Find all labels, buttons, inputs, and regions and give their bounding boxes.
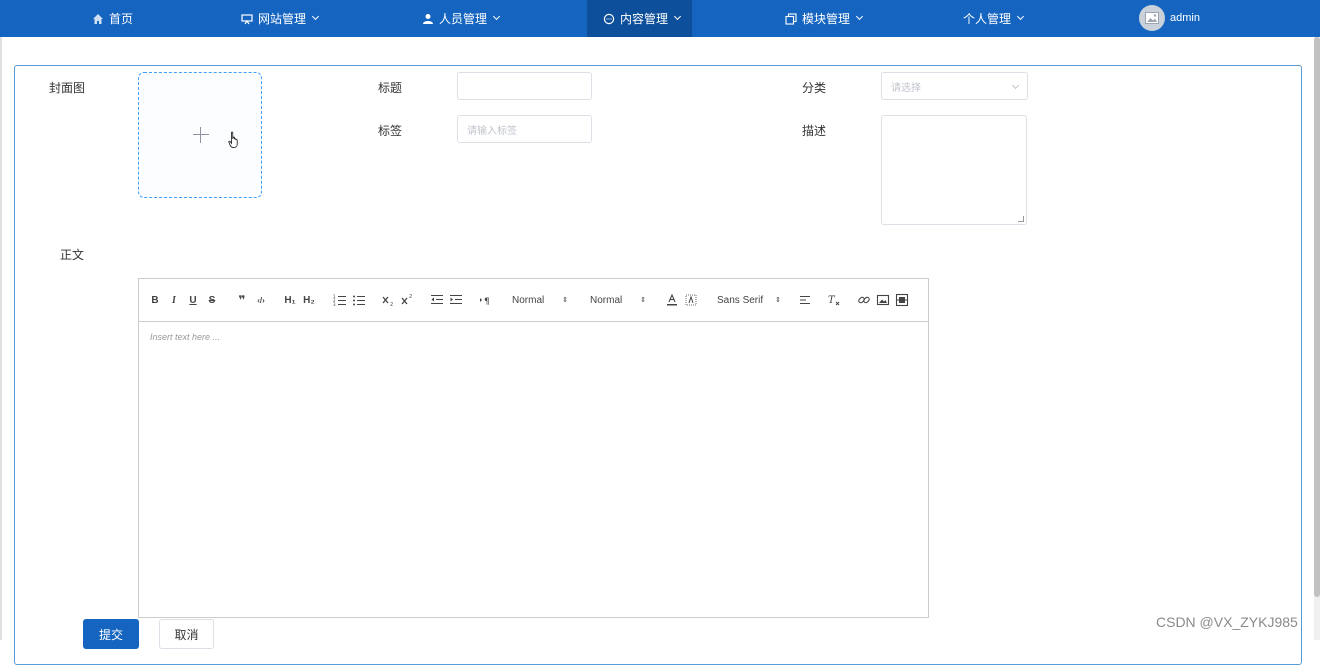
desc-label: 描述 [802,124,827,138]
nav-website-mgmt[interactable]: 网站管理 [241,0,320,37]
chevron-down-icon [855,12,864,21]
desc-textarea[interactable] [881,115,1027,225]
chat-icon [603,13,615,24]
watermark: CSDN @VX_ZYKJ985 [1156,614,1298,630]
code-block-button[interactable]: ‹/› [254,293,268,307]
chevron-down-icon [1011,81,1020,90]
updown-icon: ⇕ [562,296,569,304]
nav-people-mgmt-label: 人员管理 [439,12,488,26]
outdent-icon[interactable] [430,293,444,307]
chevron-down-icon [311,12,320,21]
bullet-list-icon[interactable] [352,293,366,307]
background-color-icon[interactable] [684,293,698,307]
body-label: 正文 [60,248,85,262]
font-select-value: Sans Serif [717,294,764,306]
chevron-down-icon [492,12,501,21]
cancel-button[interactable]: 取消 [159,619,214,649]
cover-label: 封面图 [49,81,86,95]
nav-people-mgmt[interactable]: 人员管理 [422,0,501,37]
ordered-list-icon[interactable]: 123 [333,293,347,307]
image-icon [1145,12,1159,24]
plus-icon [193,134,209,135]
editor-toolbar: B I U S ❞ ‹/› H₁ H₂ 123 2 2 ¶ Normal ⇕ No… [139,279,928,322]
scrollbar[interactable] [1314,37,1320,640]
nav-personal-mgmt[interactable]: 个人管理 [963,0,1025,37]
category-select[interactable]: 请选择 [881,72,1028,100]
image-icon[interactable] [876,293,890,307]
resize-handle[interactable] [1018,216,1024,222]
submit-button[interactable]: 提交 [83,619,139,649]
subscript-icon[interactable]: 2 [381,293,395,307]
category-label: 分类 [802,81,827,95]
nav-website-mgmt-label: 网站管理 [258,12,307,26]
align-icon[interactable] [798,293,812,307]
svg-text:¶: ¶ [484,297,490,307]
updown-icon: ⇕ [775,296,782,304]
tags-label: 标签 [378,124,403,138]
link-icon[interactable] [857,293,871,307]
header1-button[interactable]: H₁ [283,293,297,307]
clear-format-icon[interactable]: T [827,293,841,307]
svg-text:2: 2 [390,302,393,307]
title-label: 标题 [378,81,403,95]
svg-text:3: 3 [333,302,336,307]
blockquote-button[interactable]: ❞ [235,293,249,307]
svg-text:T: T [828,295,836,306]
hand-cursor-icon [228,131,238,148]
updown-icon: ⇕ [640,296,647,304]
text-direction-icon[interactable]: ¶ [479,293,493,307]
size-select-value: Normal [512,294,545,306]
size-select[interactable]: Normal ⇕ [512,293,568,307]
page-edge [0,37,2,640]
strike-button[interactable]: S [205,293,219,307]
header2-button[interactable]: H₂ [302,293,316,307]
nav-module-mgmt-label: 模块管理 [802,12,851,26]
nav-home-label: 首页 [109,12,134,26]
bold-button[interactable]: B [148,293,162,307]
scrollbar-thumb[interactable] [1314,37,1320,597]
underline-button[interactable]: U [186,293,200,307]
plus-icon-vertical [200,127,201,143]
nav-content-mgmt[interactable]: 内容管理 [587,0,692,37]
nav-content-mgmt-label: 内容管理 [620,12,669,26]
monitor-icon [241,13,253,24]
copy-icon [785,12,797,25]
chevron-down-icon [1016,12,1025,21]
username[interactable]: admin [1170,0,1200,37]
tags-input[interactable]: 请输入标签 [457,115,592,143]
chevron-down-icon [673,12,682,21]
editor-placeholder[interactable]: Insert text here ... [150,332,220,342]
superscript-icon[interactable]: 2 [400,293,414,307]
italic-button[interactable]: I [167,293,181,307]
rich-text-editor: B I U S ❞ ‹/› H₁ H₂ 123 2 2 ¶ Normal ⇕ No… [138,278,929,618]
font-select[interactable]: Sans Serif ⇕ [717,293,781,307]
nav-home[interactable]: 首页 [92,0,133,37]
svg-text:2: 2 [409,294,412,300]
header-select-value: Normal [590,294,623,306]
indent-icon[interactable] [449,293,463,307]
top-nav: 首页 网站管理 人员管理 内容管理 模块管理 个人管理 admin [0,0,1320,37]
nav-module-mgmt[interactable]: 模块管理 [785,0,864,37]
header-select[interactable]: Normal ⇕ [590,293,646,307]
nav-personal-mgmt-label: 个人管理 [963,12,1012,26]
category-select-placeholder: 请选择 [891,82,921,94]
home-icon [93,13,103,24]
font-color-icon[interactable] [665,293,679,307]
video-icon[interactable] [895,293,909,307]
user-icon [423,13,433,24]
title-input[interactable] [457,72,592,100]
avatar[interactable] [1139,5,1165,31]
